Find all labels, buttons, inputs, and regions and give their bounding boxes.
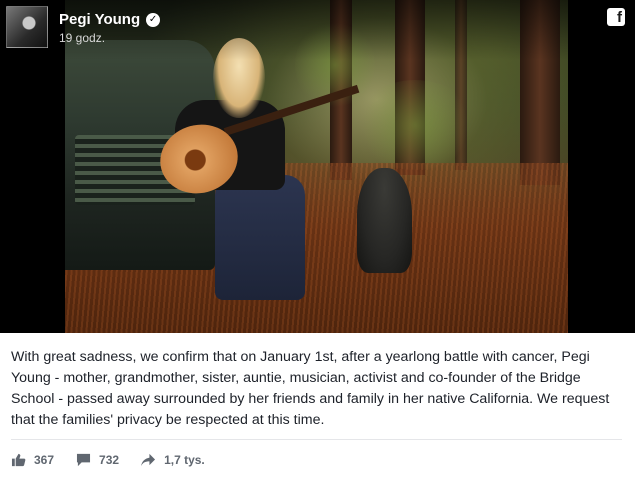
share-count[interactable]: 1,7 tys.: [141, 453, 205, 467]
avatar[interactable]: [6, 6, 48, 48]
share-arrow-icon: [141, 453, 156, 467]
post-caption: With great sadness, we confirm that on J…: [11, 349, 610, 428]
facebook-icon[interactable]: f: [607, 8, 625, 26]
thumbs-up-icon: [11, 453, 26, 467]
engagement-bar: 367 732 1,7 tys.: [11, 450, 227, 470]
post-header: Pegi Young ✓ 19 godz. f: [0, 0, 635, 60]
facebook-post-embed: Pegi Young ✓ 19 godz. f With great sadnes…: [0, 0, 635, 478]
like-count[interactable]: 367: [11, 453, 54, 467]
post-photo[interactable]: Pegi Young ✓ 19 godz. f: [0, 0, 635, 333]
author-name[interactable]: Pegi Young ✓: [59, 11, 161, 28]
author-name-text[interactable]: Pegi Young: [59, 11, 140, 28]
comment-icon: [76, 453, 91, 467]
divider: [11, 439, 622, 440]
post-timestamp[interactable]: 19 godz.: [59, 31, 105, 45]
dog: [357, 168, 412, 273]
verified-badge-icon: ✓: [146, 13, 161, 28]
comment-count[interactable]: 732: [76, 453, 119, 467]
